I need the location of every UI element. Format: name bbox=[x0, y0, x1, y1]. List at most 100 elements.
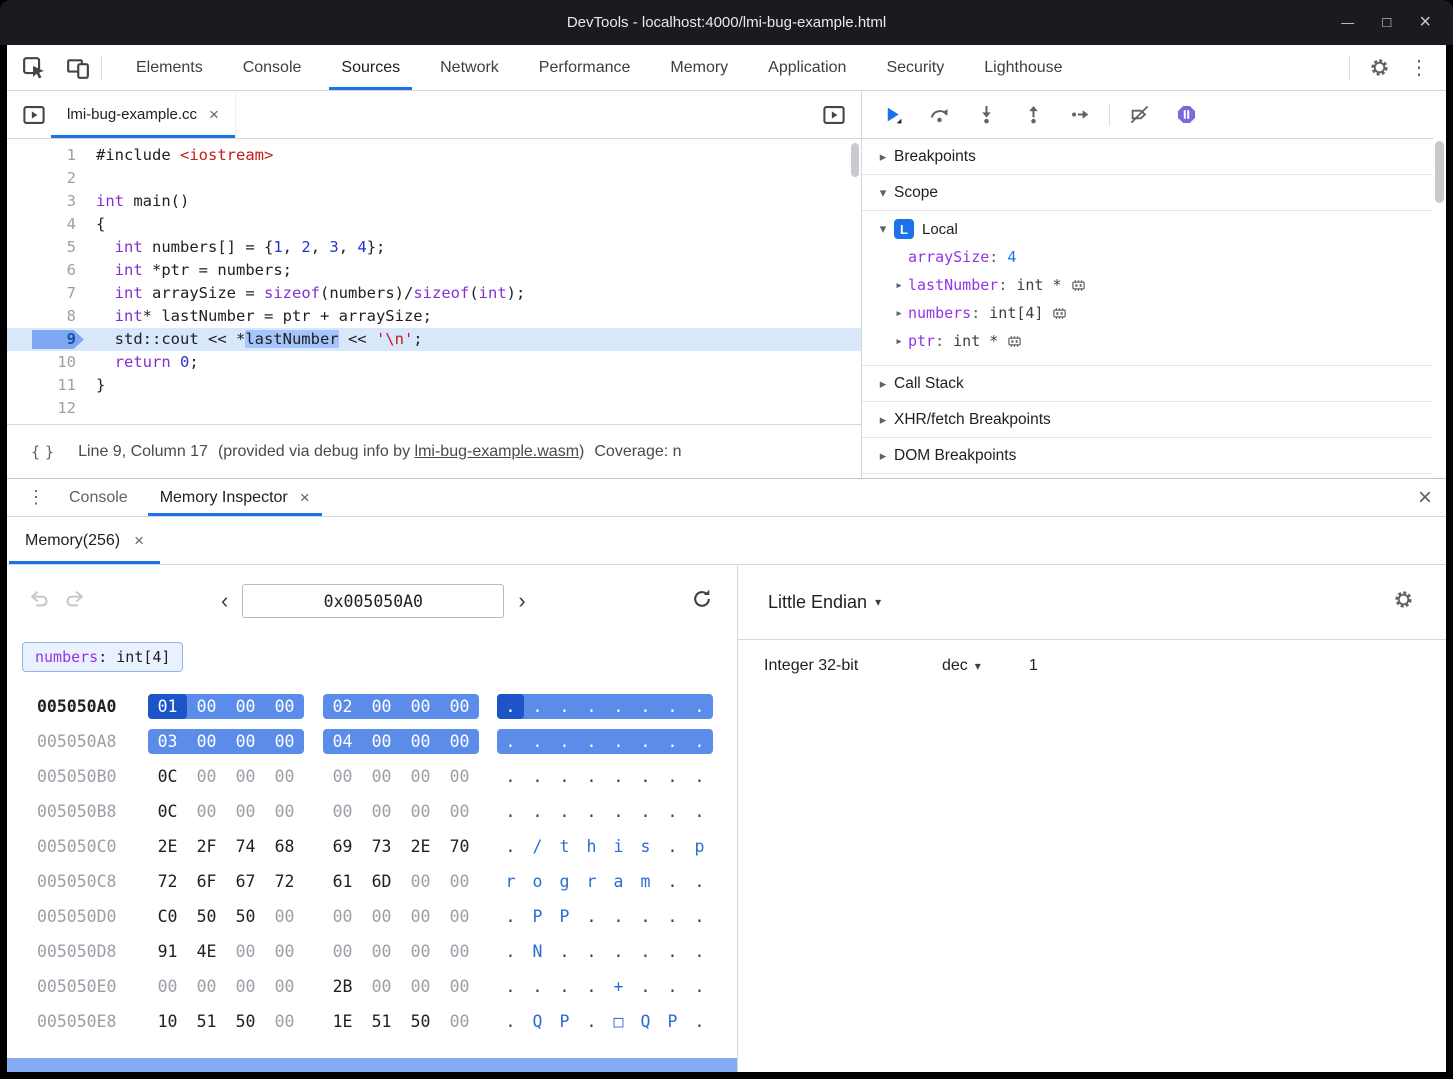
byte-cell[interactable]: 00 bbox=[323, 799, 362, 824]
line-number-gutter[interactable]: 7 bbox=[7, 282, 89, 305]
ascii-cell[interactable]: . bbox=[551, 729, 578, 754]
byte-cell[interactable]: 00 bbox=[362, 729, 401, 754]
ascii-cell[interactable]: . bbox=[551, 974, 578, 999]
ascii-cell[interactable]: . bbox=[524, 729, 551, 754]
ascii-cell[interactable]: a bbox=[605, 869, 632, 894]
ascii-cell[interactable]: . bbox=[497, 694, 524, 719]
line-number-gutter[interactable]: 10 bbox=[7, 351, 89, 374]
byte-cell[interactable]: 00 bbox=[440, 939, 479, 964]
ascii-cell[interactable]: . bbox=[632, 939, 659, 964]
byte-cell[interactable]: 00 bbox=[401, 904, 440, 929]
file-tab[interactable]: lmi-bug-example.cc × bbox=[51, 91, 236, 138]
ascii-cell[interactable]: . bbox=[632, 799, 659, 824]
ascii-cell[interactable]: . bbox=[605, 904, 632, 929]
editor-scrollbar[interactable] bbox=[849, 139, 861, 424]
ascii-cell[interactable]: . bbox=[551, 764, 578, 789]
ascii-cell[interactable]: . bbox=[605, 694, 632, 719]
tab-security[interactable]: Security bbox=[866, 45, 964, 90]
ascii-cell[interactable]: . bbox=[605, 729, 632, 754]
byte-cell[interactable]: 2E bbox=[148, 834, 187, 859]
byte-cell[interactable]: 0C bbox=[148, 799, 187, 824]
ascii-cell[interactable]: . bbox=[578, 694, 605, 719]
ascii-cell[interactable]: h bbox=[578, 834, 605, 859]
ascii-cell[interactable]: i bbox=[605, 834, 632, 859]
resume-button[interactable] bbox=[882, 105, 902, 125]
line-number-gutter[interactable]: 6 bbox=[7, 259, 89, 282]
section-xhr-breakpoints[interactable]: ▸ XHR/fetch Breakpoints bbox=[862, 402, 1433, 438]
hex-horizontal-scrollbar[interactable] bbox=[7, 1058, 737, 1072]
deactivate-breakpoints-button[interactable] bbox=[1129, 105, 1149, 125]
byte-cell[interactable]: 73 bbox=[362, 834, 401, 859]
endianness-dropdown[interactable]: Little Endian ▾ bbox=[768, 592, 881, 613]
ascii-cell[interactable]: . bbox=[497, 1009, 524, 1034]
address-input[interactable] bbox=[242, 584, 504, 618]
byte-cell[interactable]: 2F bbox=[187, 834, 226, 859]
byte-cell[interactable]: 50 bbox=[226, 904, 265, 929]
byte-cell[interactable]: 51 bbox=[187, 1009, 226, 1034]
byte-cell[interactable]: 6D bbox=[362, 869, 401, 894]
byte-cell[interactable]: 00 bbox=[148, 974, 187, 999]
byte-cell[interactable]: 50 bbox=[187, 904, 226, 929]
byte-cell[interactable]: 00 bbox=[265, 974, 304, 999]
ascii-cell[interactable]: t bbox=[551, 834, 578, 859]
quick-source-toggle-icon[interactable] bbox=[817, 98, 851, 132]
line-number-gutter[interactable]: 5 bbox=[7, 236, 89, 259]
byte-cell[interactable]: 00 bbox=[440, 904, 479, 929]
byte-cell[interactable]: 00 bbox=[226, 799, 265, 824]
ascii-cell[interactable]: . bbox=[686, 694, 713, 719]
section-breakpoints[interactable]: ▸ Breakpoints bbox=[862, 139, 1433, 175]
sidebar-scrollbar-thumb[interactable] bbox=[1435, 141, 1444, 203]
drawer-menu-kebab-icon[interactable]: ⋮ bbox=[19, 481, 53, 515]
byte-cell[interactable]: 1E bbox=[323, 1009, 362, 1034]
byte-cell[interactable]: 01 bbox=[148, 694, 187, 719]
inspect-element-icon[interactable] bbox=[17, 51, 51, 85]
section-dom-breakpoints[interactable]: ▸ DOM Breakpoints bbox=[862, 438, 1433, 474]
code-editor[interactable]: 1#include <iostream>23int main()4{5 int … bbox=[7, 139, 861, 424]
memory-inspector-tab-close-icon[interactable]: × bbox=[300, 489, 310, 506]
tab-application[interactable]: Application bbox=[748, 45, 866, 90]
byte-cell[interactable]: 00 bbox=[265, 764, 304, 789]
byte-cell[interactable]: 00 bbox=[187, 694, 226, 719]
byte-cell[interactable]: 69 bbox=[323, 834, 362, 859]
byte-cell[interactable]: 00 bbox=[401, 799, 440, 824]
byte-cell[interactable]: 00 bbox=[440, 1009, 479, 1034]
byte-cell[interactable]: 00 bbox=[226, 974, 265, 999]
drawer-close-icon[interactable]: × bbox=[1418, 484, 1432, 512]
step-over-button[interactable] bbox=[929, 105, 949, 125]
byte-cell[interactable]: 00 bbox=[187, 764, 226, 789]
byte-cell[interactable]: 00 bbox=[187, 974, 226, 999]
ascii-cell[interactable]: . bbox=[578, 974, 605, 999]
drawer-tab-console[interactable]: Console bbox=[53, 479, 144, 516]
byte-cell[interactable]: 00 bbox=[362, 904, 401, 929]
history-forward-icon[interactable] bbox=[64, 588, 85, 614]
tab-performance[interactable]: Performance bbox=[519, 45, 651, 90]
byte-cell[interactable]: 02 bbox=[323, 694, 362, 719]
ascii-cell[interactable]: . bbox=[605, 939, 632, 964]
byte-cell[interactable]: 00 bbox=[226, 764, 265, 789]
ascii-cell[interactable]: . bbox=[551, 939, 578, 964]
ascii-cell[interactable]: . bbox=[686, 729, 713, 754]
pretty-print-icon[interactable]: { } bbox=[31, 443, 52, 461]
window-titlebar[interactable]: DevTools - localhost:4000/lmi-bug-exampl… bbox=[0, 0, 1453, 45]
line-number-gutter[interactable]: 4 bbox=[7, 213, 89, 236]
tab-lighthouse[interactable]: Lighthouse bbox=[964, 45, 1082, 90]
history-back-icon[interactable] bbox=[29, 588, 50, 614]
ascii-cell[interactable]: . bbox=[524, 974, 551, 999]
byte-cell[interactable]: 70 bbox=[440, 834, 479, 859]
byte-cell[interactable]: 00 bbox=[323, 904, 362, 929]
scope-variable-arraySize[interactable]: ▸arraySize: 4 bbox=[862, 243, 1433, 271]
line-number-gutter[interactable]: 3 bbox=[7, 190, 89, 213]
ascii-cell[interactable]: P bbox=[659, 1009, 686, 1034]
ascii-cell[interactable]: . bbox=[578, 939, 605, 964]
byte-cell[interactable]: 00 bbox=[265, 799, 304, 824]
byte-cell[interactable]: 67 bbox=[226, 869, 265, 894]
ascii-cell[interactable]: . bbox=[524, 799, 551, 824]
pause-on-exceptions-button[interactable] bbox=[1176, 105, 1196, 125]
byte-cell[interactable]: 00 bbox=[362, 764, 401, 789]
navigator-toggle-icon[interactable] bbox=[17, 98, 51, 132]
ascii-cell[interactable]: . bbox=[605, 799, 632, 824]
byte-cell[interactable]: 68 bbox=[265, 834, 304, 859]
byte-cell[interactable]: 6F bbox=[187, 869, 226, 894]
ascii-cell[interactable]: . bbox=[497, 834, 524, 859]
scope-variable-lastNumber[interactable]: ▸lastNumber: int * bbox=[862, 271, 1433, 299]
